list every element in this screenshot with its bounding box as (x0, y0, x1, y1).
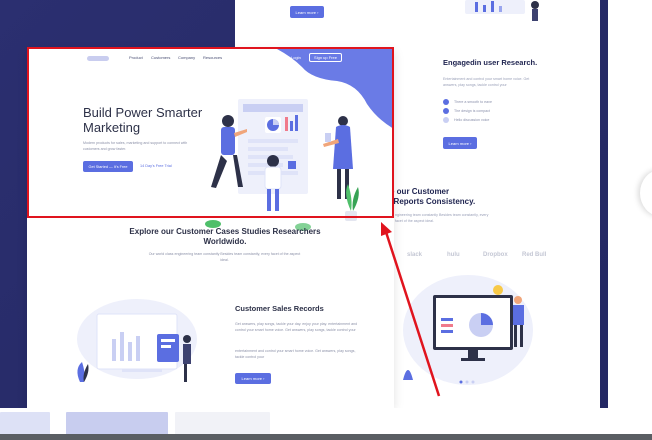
records-paragraph: Get answers, play songs, tackle your day… (235, 322, 358, 332)
records-illustration (77, 299, 197, 382)
analytics-illustration (403, 275, 533, 385)
records-title: Customer Sales Records (235, 304, 324, 313)
partial-subtitle: ngineering team constantly Besides team … (395, 213, 489, 223)
scrollbar[interactable] (0, 434, 652, 440)
brand-logo: Red Bull (522, 252, 547, 258)
brand-logo: slack (407, 252, 423, 258)
check-item: There a smooth to eave (443, 99, 492, 105)
explore-subtitle: Our world class engineering team constan… (148, 252, 301, 262)
learn-more-button[interactable]: Learn more › (235, 373, 271, 384)
check-icon (443, 117, 449, 123)
research-text: Entertainment and control your smart hom… (443, 77, 530, 87)
highlight-frame (27, 47, 394, 218)
learn-more-button[interactable]: Learn more › (443, 137, 477, 149)
brand-logo: Dropbox (483, 252, 508, 258)
check-icon (443, 108, 449, 114)
research-heading: Engagedin user Research. (443, 58, 538, 67)
brand-logo: hulu (447, 252, 460, 258)
chart-illustration (465, 0, 539, 21)
check-item: Hello discussion voice (443, 117, 489, 123)
check-item: The design is compact (443, 108, 490, 114)
partial-heading: ch Reports Consistency. (382, 197, 476, 206)
explore-title: Explore our Customer Cases Studies Resea… (129, 227, 321, 246)
records-paragraph: entertainment and control your smart hom… (235, 349, 356, 359)
check-icon (443, 99, 449, 105)
learn-more-button[interactable]: Learn more › (290, 6, 324, 18)
